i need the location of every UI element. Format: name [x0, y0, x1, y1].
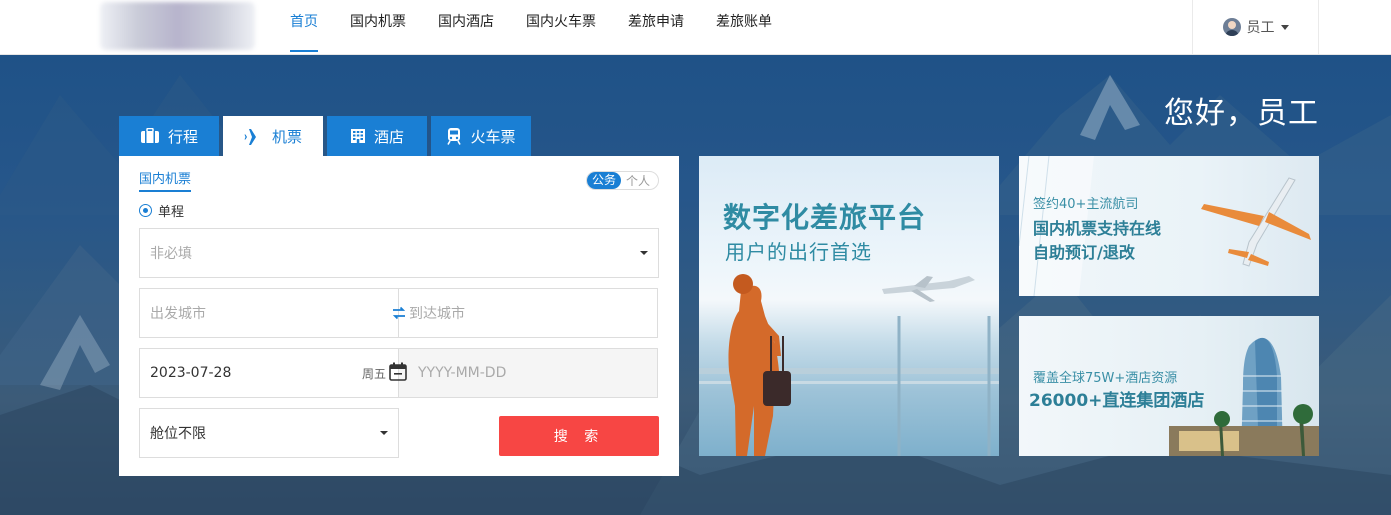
nav-item-home[interactable]: 首页 [290, 0, 318, 52]
chevron-down-icon [1280, 24, 1289, 30]
promo-card-hotels[interactable]: 覆盖全球75W+酒店资源 26000+直连集团酒店 [1019, 316, 1319, 456]
optional-select-placeholder: 非必填 [150, 246, 192, 262]
toggle-personal[interactable]: 个人 [621, 172, 650, 189]
depart-date-input[interactable]: 2023-07-28 周五 [139, 348, 399, 398]
hero-banner: 您好，员工 行程 机票 酒店 火车票 国内机票 公务 个人 单程 非必填 出发城… [0, 55, 1391, 515]
promo-card-flights[interactable]: 签约40+主流航司 国内机票支持在线 自助预订/退改 [1019, 156, 1319, 296]
promo-big-subtitle: 用户的出行首选 [725, 240, 872, 264]
flight-search-panel: 国内机票 公务 个人 单程 非必填 出发城市 到达城市 2023-07-28 周… [119, 156, 679, 476]
nav-item-travel-request[interactable]: 差旅申请 [628, 0, 684, 52]
tab-hotels-label: 酒店 [373, 127, 404, 146]
promo-big-title: 数字化差旅平台 [723, 201, 927, 234]
return-date-input[interactable]: YYYY-MM-DD [398, 348, 658, 398]
suitcase-icon [140, 128, 159, 143]
hotel-building-icon [350, 129, 365, 143]
depart-weekday: 周五 [361, 366, 386, 381]
top-nav-bar: 首页 国内机票 国内酒店 国内火车票 差旅申请 差旅账单 员工 [0, 0, 1391, 55]
cabin-class-select[interactable]: 舱位不限 [139, 408, 399, 458]
return-date-placeholder: YYYY-MM-DD [418, 365, 507, 381]
train-icon [447, 128, 462, 145]
optional-select[interactable]: 非必填 [139, 228, 659, 278]
promo-hotels-line2: 26000+直连集团酒店 [1029, 391, 1205, 411]
company-logo[interactable] [100, 2, 255, 50]
user-avatar-icon [1222, 18, 1241, 36]
tab-flights[interactable]: 机票 [223, 116, 323, 157]
toggle-business[interactable]: 公务 [587, 172, 622, 189]
depart-date-value: 2023-07-28 [150, 365, 232, 381]
radio-selected-icon [139, 204, 152, 217]
tab-hotels[interactable]: 酒店 [327, 116, 427, 156]
nav-item-travel-bill[interactable]: 差旅账单 [716, 0, 772, 52]
cabin-class-value: 舱位不限 [150, 426, 206, 442]
promo-flights-line2: 国内机票支持在线 [1033, 219, 1162, 238]
nav-item-domestic-hotels[interactable]: 国内酒店 [438, 0, 494, 52]
subtab-domestic-flights[interactable]: 国内机票 [139, 168, 192, 192]
to-city-placeholder: 到达城市 [409, 306, 465, 322]
nav-item-domestic-trains[interactable]: 国内火车票 [526, 0, 596, 52]
from-city-placeholder: 出发城市 [150, 306, 206, 322]
promo-flights-line1: 签约40+主流航司 [1033, 197, 1139, 212]
nav-item-domestic-flights[interactable]: 国内机票 [350, 0, 406, 52]
chevron-down-icon [380, 431, 388, 435]
to-city-input[interactable]: 到达城市 [398, 288, 658, 338]
one-way-label: 单程 [158, 205, 185, 220]
business-personal-toggle[interactable]: 公务 个人 [586, 171, 659, 190]
airplane-icon [244, 128, 263, 145]
promo-hotels-line1: 覆盖全球75W+酒店资源 [1033, 371, 1178, 386]
tab-flights-label: 机票 [271, 128, 302, 146]
search-button[interactable]: 搜 索 [499, 416, 659, 456]
one-way-radio[interactable]: 单程 [139, 201, 184, 220]
chevron-down-icon [640, 251, 648, 255]
greeting-text: 您好，员工 [1164, 96, 1319, 131]
from-city-input[interactable]: 出发城市 [139, 288, 399, 338]
swap-cities-icon[interactable] [392, 306, 406, 320]
tab-itinerary[interactable]: 行程 [119, 116, 219, 156]
promo-flights-line3: 自助预订/退改 [1033, 243, 1135, 262]
tab-trains-label: 火车票 [470, 127, 516, 146]
calendar-icon[interactable] [389, 362, 407, 381]
tab-itinerary-label: 行程 [167, 127, 198, 146]
user-menu[interactable]: 员工 [1192, 0, 1319, 54]
tab-trains[interactable]: 火车票 [431, 116, 531, 156]
user-name: 员工 [1246, 20, 1275, 36]
promo-card-digital-platform[interactable]: 数字化差旅平台 用户的出行首选 [699, 156, 999, 456]
